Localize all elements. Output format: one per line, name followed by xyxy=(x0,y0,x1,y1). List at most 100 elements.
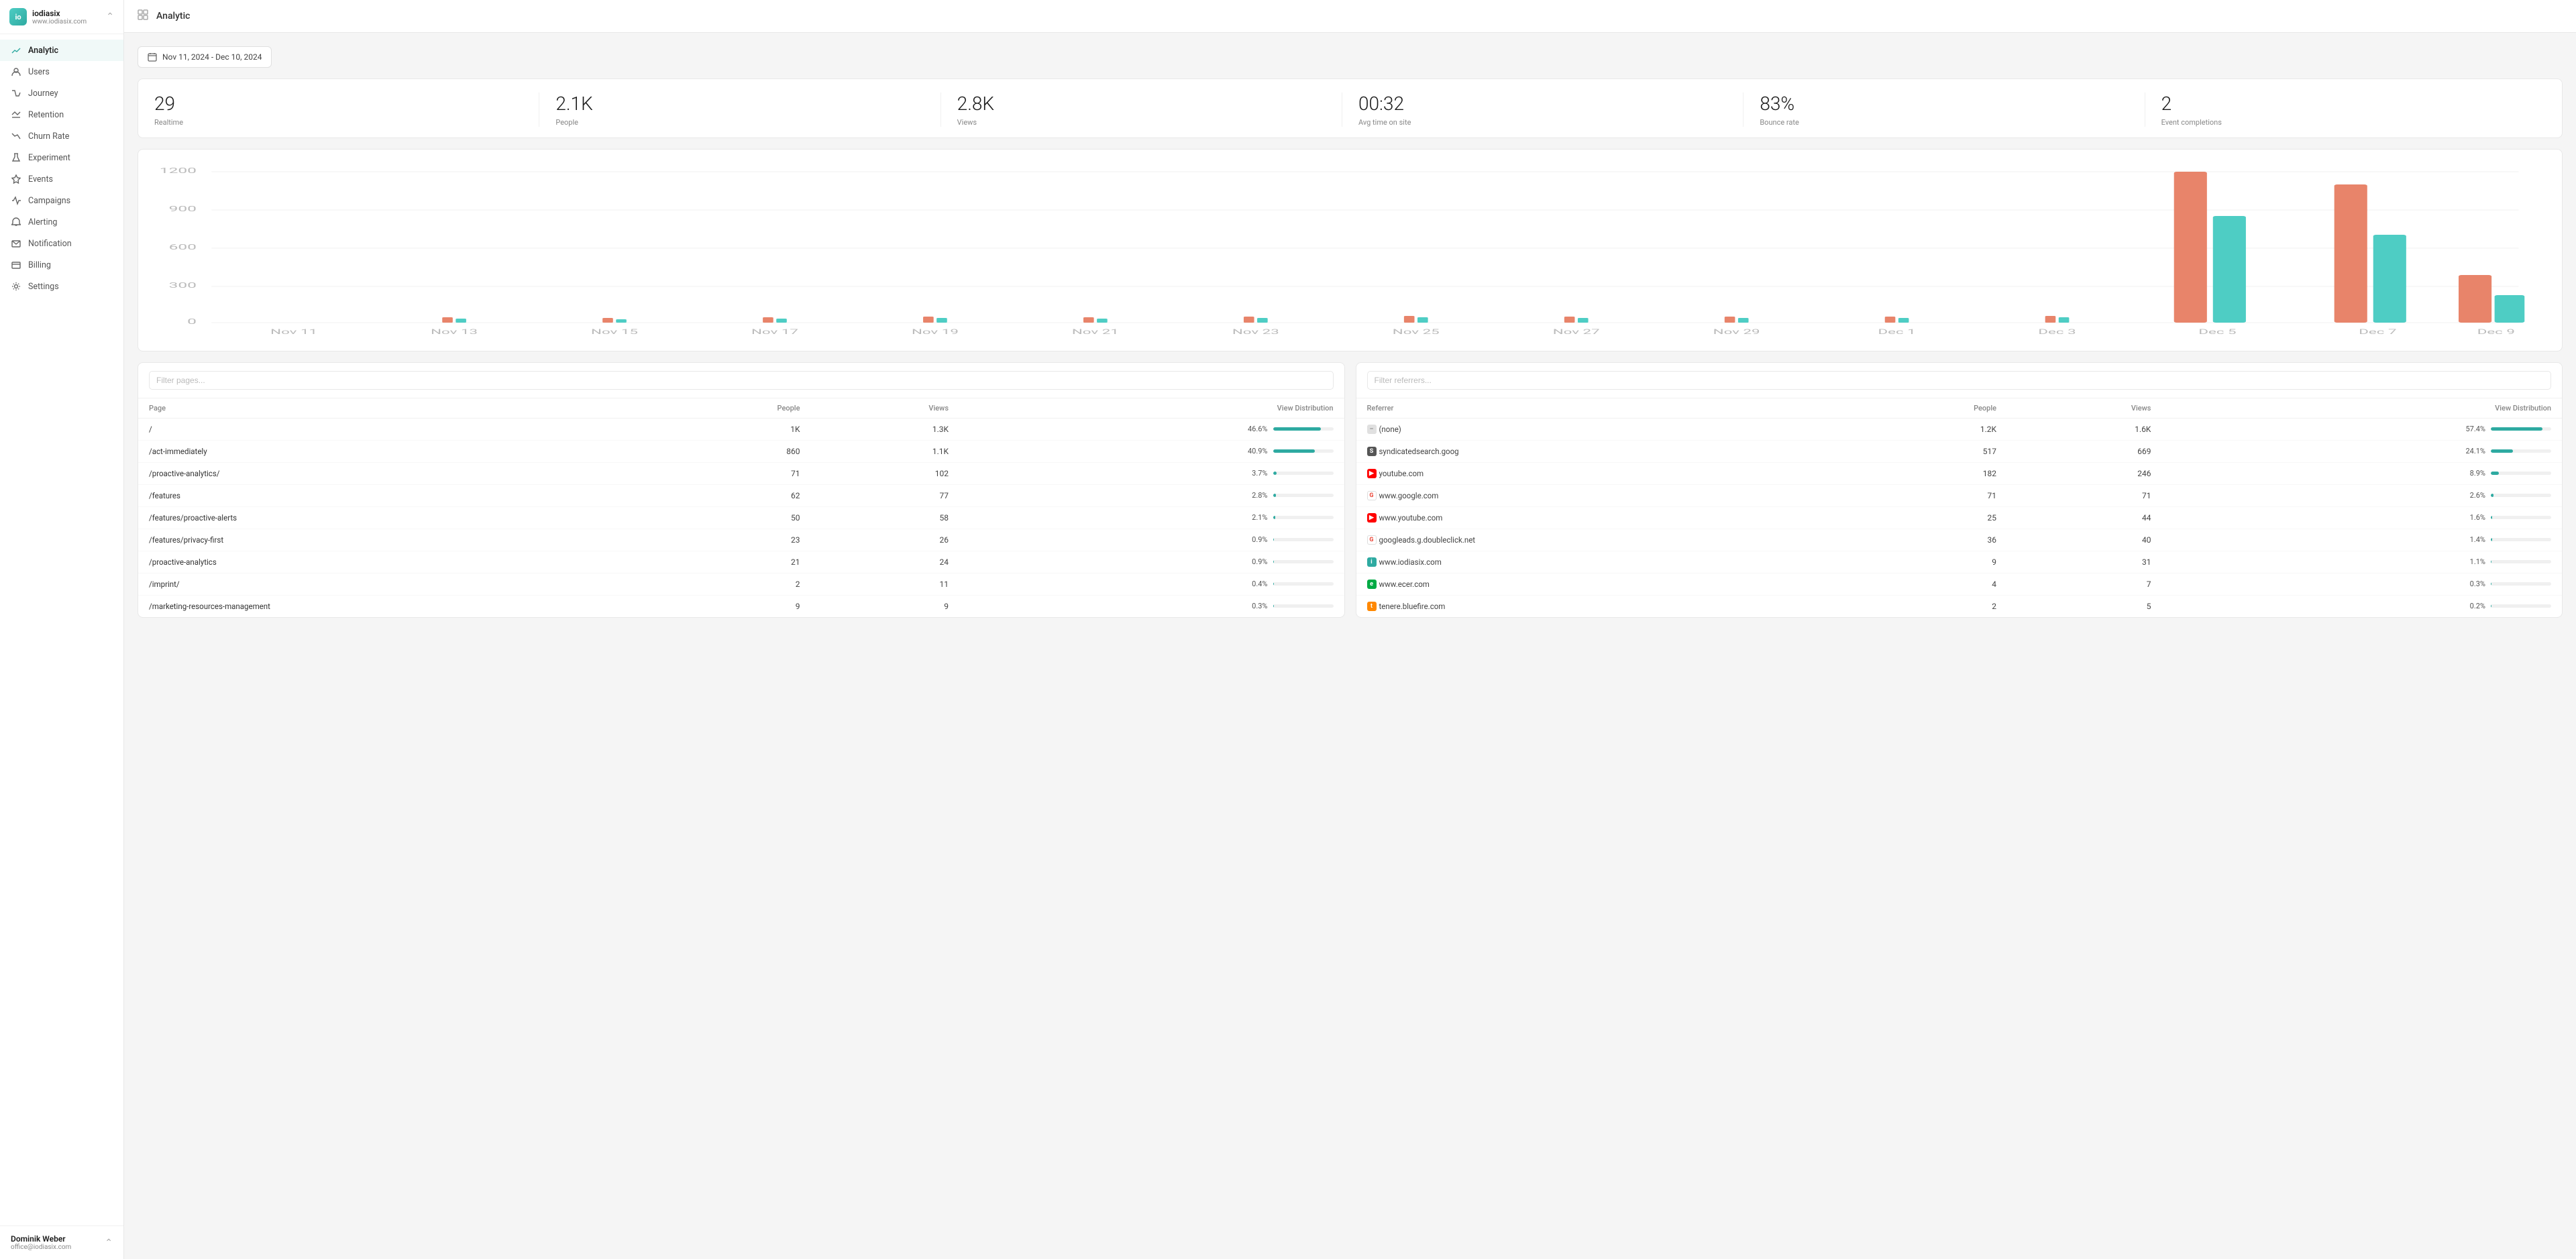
sidebar: io iodiasix www.iodiasix.com ⌃ Analytic … xyxy=(0,0,124,1259)
ref-views: 5 xyxy=(2007,595,2161,617)
svg-text:0: 0 xyxy=(187,317,197,325)
referrer-icon: – xyxy=(1367,425,1377,434)
ref-views: 71 xyxy=(2007,484,2161,506)
sidebar-footer: Dominik Weber office@iodiasix.com ⌃ xyxy=(0,1225,123,1259)
page-people: 9 xyxy=(651,595,810,617)
table-row: / 1K 1.3K 46.6% xyxy=(138,418,1344,440)
page-people: 50 xyxy=(651,506,810,529)
referrers-table-card: Referrer People Views View Distribution … xyxy=(1356,362,2563,618)
pages-filter-input[interactable] xyxy=(149,371,1334,390)
sidebar-item-notification[interactable]: Notification xyxy=(0,233,123,254)
date-filter-button[interactable]: Nov 11, 2024 - Dec 10, 2024 xyxy=(138,46,272,68)
ref-name: ▶ youtube.com xyxy=(1356,462,1842,484)
page-dist: 3.7% xyxy=(959,462,1344,484)
sidebar-nav: Analytic Users Journey Retention Churn R… xyxy=(0,34,123,1225)
ref-dist: 1.6% xyxy=(2161,506,2562,529)
table-row: /proactive-analytics/ 71 102 3.7% xyxy=(138,462,1344,484)
stat-value: 2.8K xyxy=(957,93,1326,115)
dist-bar-bg xyxy=(1273,604,1334,608)
sidebar-item-experiment[interactable]: Experiment xyxy=(0,147,123,168)
page-views: 11 xyxy=(810,573,959,595)
stat-label: Bounce rate xyxy=(1760,118,2128,127)
ref-views: 246 xyxy=(2007,462,2161,484)
dist-bar xyxy=(1273,560,1274,563)
dist-bar xyxy=(2491,449,2513,453)
retention-icon xyxy=(11,109,21,120)
stat-avg-time-on-site: 00:32 Avg time on site xyxy=(1342,93,1743,127)
brand-chevron-icon[interactable]: ⌃ xyxy=(106,11,114,22)
ref-dist: 57.4% xyxy=(2161,418,2562,440)
ref-people: 36 xyxy=(1841,529,2007,551)
page-views: 58 xyxy=(810,506,959,529)
referrers-filter-input[interactable] xyxy=(1367,371,2552,390)
dist-bar xyxy=(1273,472,1277,475)
ref-name: ▶ www.youtube.com xyxy=(1356,506,1842,529)
page-views: 1.3K xyxy=(810,418,959,440)
sidebar-item-users[interactable]: Users xyxy=(0,61,123,83)
main-content-area: Analytic Nov 11, 2024 - Dec 10, 2024 29 … xyxy=(124,0,2576,1259)
settings-icon xyxy=(11,281,21,292)
churn-rate-icon xyxy=(11,131,21,142)
alerting-icon xyxy=(11,217,21,227)
sidebar-item-events[interactable]: Events xyxy=(0,168,123,190)
stats-card: 29 Realtime 2.1K People 2.8K Views 00:32… xyxy=(138,78,2563,138)
calendar-icon xyxy=(148,52,157,62)
sidebar-item-settings[interactable]: Settings xyxy=(0,276,123,297)
sidebar-item-churn-rate[interactable]: Churn Rate xyxy=(0,125,123,147)
ref-name: i www.iodiasix.com xyxy=(1356,551,1842,573)
ref-views: 7 xyxy=(2007,573,2161,595)
stat-label: Views xyxy=(957,118,1326,127)
col-ref-people: People xyxy=(1841,398,2007,419)
brand-text: iodiasix www.iodiasix.com xyxy=(32,9,87,25)
sidebar-item-retention[interactable]: Retention xyxy=(0,104,123,125)
users-icon xyxy=(11,66,21,77)
page-dist: 0.9% xyxy=(959,529,1344,551)
svg-text:Nov 21: Nov 21 xyxy=(1072,328,1119,336)
sidebar-item-analytic[interactable]: Analytic xyxy=(0,40,123,61)
page-views: 26 xyxy=(810,529,959,551)
dist-bar-bg xyxy=(2491,604,2551,608)
dist-bar xyxy=(1273,494,1276,497)
dist-bar-bg xyxy=(1273,560,1334,563)
dist-bar xyxy=(1273,538,1274,541)
user-chevron-icon[interactable]: ⌃ xyxy=(105,1238,113,1248)
page-name: /proactive-analytics xyxy=(138,551,651,573)
stat-label: People xyxy=(555,118,924,127)
table-row: /features 62 77 2.8% xyxy=(138,484,1344,506)
page-views: 9 xyxy=(810,595,959,617)
chart-card: 1200 900 600 300 0 Nov 11 Nov 13 Nov 15 … xyxy=(138,149,2563,351)
ref-views: 44 xyxy=(2007,506,2161,529)
dist-bar-bg xyxy=(1273,494,1334,497)
stat-value: 2.1K xyxy=(555,93,924,115)
stat-value: 29 xyxy=(154,93,523,115)
analytic-icon xyxy=(11,45,21,56)
dist-bar xyxy=(1273,582,1274,586)
dist-bar-bg xyxy=(1273,538,1334,541)
ref-dist: 0.2% xyxy=(2161,595,2562,617)
page-name: /features xyxy=(138,484,651,506)
sidebar-item-billing[interactable]: Billing xyxy=(0,254,123,276)
page-people: 1K xyxy=(651,418,810,440)
dist-bar-bg xyxy=(2491,427,2551,431)
experiment-icon xyxy=(11,152,21,163)
sidebar-item-campaigns[interactable]: Campaigns xyxy=(0,190,123,211)
dist-bar xyxy=(1273,427,1321,431)
dist-bar-bg xyxy=(2491,516,2551,519)
page-people: 23 xyxy=(651,529,810,551)
svg-text:Dec 9: Dec 9 xyxy=(2477,328,2515,336)
sidebar-item-journey[interactable]: Journey xyxy=(0,83,123,104)
ref-name: t tenere.bluefire.com xyxy=(1356,595,1842,617)
ref-dist: 2.6% xyxy=(2161,484,2562,506)
nav-label-settings: Settings xyxy=(28,282,59,292)
page-dist: 0.4% xyxy=(959,573,1344,595)
nav-label-journey: Journey xyxy=(28,89,58,99)
dist-bar xyxy=(2491,494,2493,497)
dist-bar xyxy=(2491,538,2492,541)
ref-dist: 8.9% xyxy=(2161,462,2562,484)
referrer-icon: G xyxy=(1367,491,1377,500)
referrers-filter xyxy=(1356,363,2563,398)
dist-bar-bg xyxy=(1273,516,1334,519)
referrer-icon: e xyxy=(1367,580,1377,589)
dist-bar-bg xyxy=(2491,494,2551,497)
sidebar-item-alerting[interactable]: Alerting xyxy=(0,211,123,233)
